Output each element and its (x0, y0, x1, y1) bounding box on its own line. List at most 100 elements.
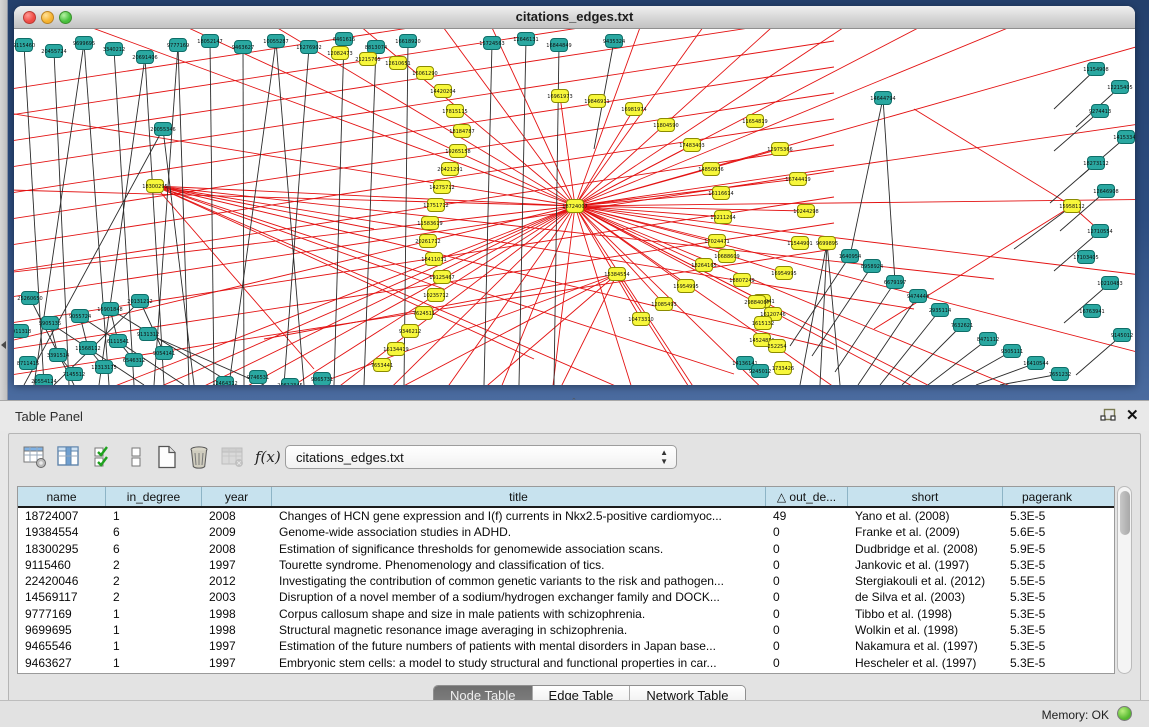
graph-node[interactable]: 20691406 (132, 51, 157, 64)
graph-node[interactable]: 9699695 (73, 37, 95, 50)
graph-node[interactable]: 10235712 (423, 289, 448, 302)
column-header-in-degree[interactable]: in_degree (106, 487, 202, 506)
table-row[interactable]: 969969511998Structural magnetic resonanc… (18, 622, 1114, 638)
graph-node[interactable]: 16954995 (771, 267, 796, 280)
column-header-pagerank[interactable]: pagerank (1003, 487, 1091, 506)
graph-node[interactable]: 9865731 (311, 373, 333, 386)
graph-node[interactable]: 16116614 (708, 187, 733, 200)
graph-node[interactable]: 12710554 (1087, 225, 1112, 238)
left-splitter[interactable] (0, 0, 8, 400)
graph-node[interactable]: 12085493 (651, 298, 676, 311)
graph-node[interactable]: 12646908 (1093, 185, 1118, 198)
graph-node[interactable]: 9131312 (137, 328, 159, 341)
table-vertical-scrollbar[interactable] (1117, 486, 1132, 674)
column-header-title[interactable]: title (272, 487, 766, 506)
graph-node[interactable]: 9245012 (749, 365, 771, 378)
graph-node[interactable]: 19846911 (584, 95, 609, 108)
graph-node[interactable]: 10473310 (628, 313, 653, 326)
graph-node[interactable]: 10210483 (1097, 277, 1122, 290)
table-row[interactable]: 977716911998Corpus callosum shape and si… (18, 606, 1114, 622)
column-header-short[interactable]: short (848, 487, 1003, 506)
table-mode-icon[interactable] (23, 444, 47, 470)
new-table-icon[interactable] (155, 444, 179, 470)
graph-node[interactable]: 14420204 (430, 85, 455, 98)
graph-node[interactable]: 11544901 (787, 237, 812, 250)
graph-node[interactable]: 9699895 (816, 237, 838, 250)
graph-node[interactable]: 18273112 (1083, 157, 1108, 170)
graph-node[interactable]: 9777169 (167, 39, 189, 52)
graph-node[interactable]: 6461616 (333, 33, 355, 46)
graph-node[interactable]: 9145012 (1111, 329, 1133, 342)
table-row[interactable]: 946554611997Estimation of the future num… (18, 638, 1114, 654)
graph-node[interactable]: 20261712 (415, 235, 440, 248)
table-row[interactable]: 2242004622012Investigating the contribut… (18, 573, 1114, 589)
graph-node[interactable]: 8471112 (977, 333, 999, 346)
graph-node[interactable]: 11154908 (1083, 63, 1108, 76)
graph-node[interactable]: 1640954 (839, 250, 861, 263)
graph-node[interactable]: 8711415 (17, 357, 39, 370)
graph-node[interactable]: 9054141 (153, 347, 175, 360)
graph-node[interactable]: 12751712 (423, 199, 448, 212)
column-header-out-degree[interactable]: △ out_de... (766, 487, 848, 506)
table-row[interactable]: 1938455462009Genome-wide association stu… (18, 524, 1114, 540)
column-header-year[interactable]: year (202, 487, 272, 506)
graph-node[interactable]: 15276902 (296, 41, 321, 54)
table-row[interactable]: 1872400712008Changes of HCN gene express… (18, 508, 1114, 524)
function-builder-icon[interactable]: f(x) (255, 448, 279, 474)
graph-node[interactable]: 9274413 (1089, 105, 1111, 118)
graph-node[interactable]: 9346212 (399, 325, 421, 338)
table-row[interactable]: 911546021997Tourette syndrome. Phenomeno… (18, 557, 1114, 573)
graph-node[interactable]: 12464312 (212, 377, 237, 386)
graph-node[interactable]: 16744419 (785, 173, 810, 186)
graph-node[interactable]: 252254 (767, 340, 786, 353)
graph-node[interactable]: 16618920 (395, 35, 420, 48)
clear-selection-icon[interactable] (125, 444, 149, 470)
float-panel-icon[interactable] (1100, 408, 1116, 424)
graph-node[interactable]: 17103405 (1073, 251, 1098, 264)
graph-node[interactable]: 5905135 (39, 317, 61, 330)
collapse-panel-arrow-icon[interactable] (1, 341, 6, 349)
graph-node[interactable]: 11583619 (417, 217, 442, 230)
graph-node[interactable]: 14153342 (1113, 131, 1135, 144)
trash-icon[interactable] (187, 444, 211, 470)
graph-node[interactable]: 6111541 (107, 335, 129, 348)
graph-node[interactable]: 6546312 (123, 354, 145, 367)
graph-node[interactable]: 16981974 (621, 103, 646, 116)
graph-node[interactable]: 20421291 (437, 163, 462, 176)
graph-node[interactable]: 7653441 (371, 359, 393, 372)
graph-node[interactable]: 14644794 (870, 92, 895, 105)
graph-node[interactable]: 10055287 (263, 35, 288, 48)
graph-node[interactable]: 3391514 (47, 349, 69, 362)
graph-node[interactable]: 12215405 (1107, 81, 1132, 94)
network-canvas[interactable]: 9115460204557249699695334021220691406977… (14, 29, 1135, 385)
graph-node[interactable]: 7145512 (63, 368, 85, 381)
graph-node[interactable]: 11654819 (742, 115, 767, 128)
graph-node[interactable]: 17815115 (442, 105, 467, 118)
graph-node[interactable]: 6679197 (884, 276, 906, 289)
graph-node[interactable]: 18184787 (449, 125, 474, 138)
scrollbar-thumb[interactable] (1120, 491, 1130, 535)
graph-node[interactable]: 12082473 (327, 47, 352, 60)
table-row[interactable]: 1456911722003Disruption of a novel membe… (18, 589, 1114, 605)
window-titlebar[interactable]: citations_edges.txt (14, 6, 1135, 29)
graph-node[interactable]: 12975366 (767, 143, 792, 156)
graph-node[interactable]: 1733426 (772, 362, 794, 375)
select-rows-icon[interactable] (93, 444, 117, 470)
graph-node[interactable]: 9305111 (1001, 345, 1023, 358)
network-view-window[interactable]: citations_edges.txt 91154602045572496996… (14, 6, 1135, 384)
graph-node[interactable]: 7651232 (1049, 368, 1071, 381)
graph-node[interactable]: 18052147 (197, 35, 222, 48)
graph-node[interactable]: 18807249 (729, 274, 754, 287)
graph-node[interactable]: 19265158 (445, 145, 470, 158)
graph-node[interactable]: 9746531 (247, 371, 269, 384)
table-row[interactable]: 946362711997Embryonic stem cells: a mode… (18, 655, 1114, 671)
graph-node[interactable]: 9435324 (603, 35, 625, 48)
graph-node[interactable]: 15954995 (673, 280, 698, 293)
graph-node[interactable]: 9474444 (907, 290, 929, 303)
graph-node[interactable]: 3340212 (103, 43, 125, 56)
graph-node[interactable]: 20455724 (41, 45, 66, 58)
column-header-name[interactable]: name (18, 487, 106, 506)
graph-node[interactable]: 20131212 (127, 295, 152, 308)
graph-node[interactable]: 9463627 (232, 41, 254, 54)
graph-node[interactable]: 7624511 (413, 307, 435, 320)
